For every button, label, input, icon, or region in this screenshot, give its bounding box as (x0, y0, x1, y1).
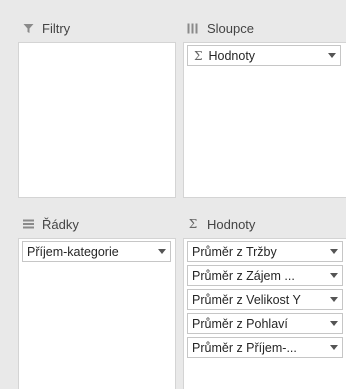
field-prumer-pohlavi[interactable]: Průměr z Pohlaví (187, 313, 343, 334)
sigma-icon: Σ (188, 217, 198, 231)
columns-icon (185, 20, 201, 36)
field-label: Průměr z Velikost Y (192, 292, 301, 307)
field-label: Průměr z Příjem-... (192, 340, 297, 355)
field-label: Hodnoty (208, 48, 256, 63)
rows-drop-area[interactable]: Příjem-kategorie (18, 238, 176, 389)
filters-drop-area[interactable] (18, 42, 176, 198)
filters-title: Filtry (42, 20, 71, 36)
columns-section: Sloupce Σ Hodnoty (183, 14, 346, 198)
columns-drop-area[interactable]: Σ Hodnoty (183, 42, 346, 198)
dropdown-arrow-icon[interactable] (326, 273, 342, 278)
dropdown-arrow-icon[interactable] (326, 321, 342, 326)
field-label: Průměr z Pohlaví (192, 316, 288, 331)
dropdown-arrow-icon[interactable] (326, 249, 342, 254)
filters-section: Filtry (18, 14, 176, 198)
values-drop-area[interactable]: Průměr z Tržby Průměr z Zájem ... Průměr… (183, 238, 346, 389)
field-prumer-zajem[interactable]: Průměr z Zájem ... (187, 265, 343, 286)
rows-title: Řádky (42, 216, 79, 232)
columns-title: Sloupce (207, 20, 254, 36)
rows-section: Řádky Příjem-kategorie (18, 210, 176, 389)
rows-icon (20, 216, 36, 232)
field-label: Příjem-kategorie (27, 244, 119, 259)
field-label: Průměr z Tržby (192, 244, 277, 259)
sigma-icon: Σ (194, 48, 203, 63)
dropdown-arrow-icon[interactable] (326, 297, 342, 302)
rows-header: Řádky (18, 210, 176, 238)
field-prumer-prijem[interactable]: Průměr z Příjem-... (187, 337, 343, 358)
pivot-field-areas: Filtry Sloupce Σ Hodnoty Řádky Příjem-ka… (0, 0, 346, 389)
field-prijem-kategorie[interactable]: Příjem-kategorie (22, 241, 171, 262)
columns-header: Sloupce (183, 14, 346, 42)
dropdown-arrow-icon[interactable] (154, 249, 170, 254)
filters-header: Filtry (18, 14, 176, 42)
values-section: Σ Hodnoty Průměr z Tržby Průměr z Zájem … (183, 210, 346, 389)
field-label: Průměr z Zájem ... (192, 268, 295, 283)
field-prumer-velikost[interactable]: Průměr z Velikost Y (187, 289, 343, 310)
values-header: Σ Hodnoty (183, 210, 346, 238)
funnel-icon (20, 20, 36, 36)
values-title: Hodnoty (207, 216, 256, 232)
field-prumer-trzby[interactable]: Průměr z Tržby (187, 241, 343, 262)
field-hodnoty[interactable]: Σ Hodnoty (187, 45, 341, 66)
dropdown-arrow-icon[interactable] (324, 53, 340, 58)
dropdown-arrow-icon[interactable] (326, 345, 342, 350)
